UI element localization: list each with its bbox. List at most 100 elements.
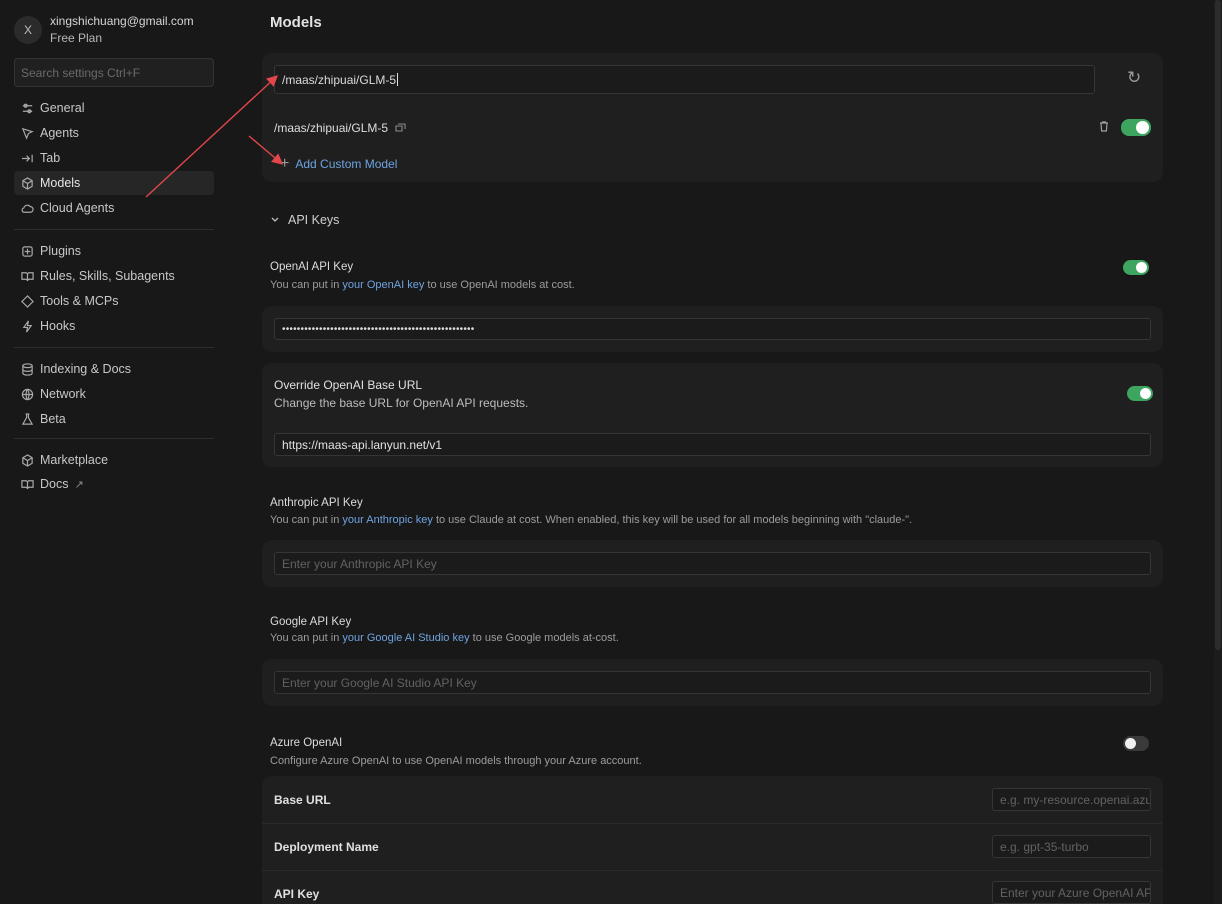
add-custom-model-label: Add Custom Model — [295, 157, 398, 171]
azure-api-key-input[interactable]: Enter your Azure OpenAI API Key — [992, 881, 1151, 904]
override-base-url-label: Override OpenAI Base URL — [274, 378, 423, 392]
azure-openai-toggle[interactable] — [1123, 736, 1149, 751]
google-key-link[interactable]: your Google AI Studio key — [342, 632, 469, 644]
plugin-icon — [20, 244, 34, 258]
anthropic-api-key-label: Anthropic API Key — [270, 497, 363, 509]
sidebar-item-tab[interactable]: Tab — [14, 146, 214, 170]
sidebar-item-label: Network — [40, 387, 86, 401]
openai-api-key-desc: You can put in your OpenAI key to use Op… — [270, 279, 575, 291]
azure-base-url-label: Base URL — [274, 793, 331, 807]
refresh-icon[interactable]: ↻ — [1127, 68, 1141, 88]
cube-icon — [20, 453, 34, 467]
model-enable-toggle[interactable] — [1121, 119, 1151, 136]
sidebar-item-tools[interactable]: Tools & MCPs — [14, 289, 214, 313]
openai-api-key-label: OpenAI API Key — [270, 261, 354, 273]
sidebar-item-label: Indexing & Docs — [40, 362, 132, 376]
sidebar-divider — [14, 438, 214, 439]
globe-icon — [20, 387, 34, 401]
sidebar-item-rules[interactable]: Rules, Skills, Subagents — [14, 264, 214, 288]
sidebar-item-label: Docs — [40, 477, 69, 491]
sidebar-item-label: Rules, Skills, Subagents — [40, 269, 175, 283]
model-row: /maas/zhipuai/GLM-5 — [274, 121, 406, 135]
tab-arrow-icon — [20, 151, 34, 165]
sidebar-item-cloud-agents[interactable]: Cloud Agents — [14, 196, 214, 220]
openai-key-link[interactable]: your OpenAI key — [342, 279, 424, 291]
azure-openai-desc: Configure Azure OpenAI to use OpenAI mod… — [270, 755, 642, 767]
override-base-url-input[interactable]: https://maas-api.lanyun.net/v1 — [274, 433, 1151, 456]
openai-key-card: ••••••••••••••••••••••••••••••••••••••••… — [262, 306, 1163, 352]
sidebar-item-label: Models — [40, 176, 81, 190]
chevron-down-icon — [271, 217, 279, 222]
row-divider — [262, 823, 1162, 824]
desc-text: You can put in — [270, 514, 343, 526]
flask-icon — [20, 412, 34, 426]
api-keys-title: API Keys — [288, 213, 340, 227]
add-custom-model-button[interactable]: + Add Custom Model — [280, 155, 398, 172]
sidebar-item-label: Marketplace — [40, 453, 109, 467]
trash-icon[interactable] — [1099, 121, 1109, 135]
scrollbar-thumb[interactable] — [1215, 0, 1221, 650]
azure-base-url-input[interactable]: e.g. my-resource.openai.azure.com — [992, 788, 1151, 811]
toggle-knob — [1136, 121, 1149, 134]
desc-text: to use Google models at-cost. — [469, 632, 619, 644]
sidebar-item-marketplace[interactable]: Marketplace — [14, 448, 214, 472]
sidebar-item-docs[interactable]: Docs ↗ — [14, 472, 214, 496]
google-api-key-input[interactable]: Enter your Google AI Studio API Key — [274, 671, 1151, 694]
avatar: X — [14, 16, 42, 44]
sidebar-item-label: Tab — [40, 151, 61, 165]
sidebar-item-label: Beta — [40, 412, 66, 426]
scrollbar[interactable] — [1214, 0, 1222, 904]
external-link-icon: ↗ — [74, 478, 84, 491]
sidebar-item-label: General — [40, 101, 85, 115]
api-keys-section-header[interactable]: API Keys — [270, 213, 339, 227]
user-profile[interactable]: X xingshichuang@gmail.com Free Plan — [14, 13, 194, 47]
plus-icon: + — [280, 155, 290, 172]
tools-icon — [20, 294, 34, 308]
sidebar-item-label: Plugins — [40, 244, 81, 258]
sidebar-item-label: Cloud Agents — [40, 201, 115, 215]
settings-sidebar: X xingshichuang@gmail.com Free Plan Sear… — [0, 0, 228, 904]
google-api-key-desc: You can put in your Google AI Studio key… — [270, 632, 619, 644]
sidebar-item-general[interactable]: General — [14, 96, 214, 120]
sidebar-item-indexing[interactable]: Indexing & Docs — [14, 357, 214, 381]
anthropic-key-link[interactable]: your Anthropic key — [342, 514, 433, 526]
profile-email: xingshichuang@gmail.com — [50, 14, 194, 28]
openai-api-key-input[interactable]: ••••••••••••••••••••••••••••••••••••••••… — [274, 318, 1151, 340]
toggle-knob — [1136, 262, 1147, 273]
azure-deployment-input[interactable]: e.g. gpt-35-turbo — [992, 835, 1151, 858]
profile-plan: Free Plan — [50, 31, 103, 45]
sidebar-item-network[interactable]: Network — [14, 382, 214, 406]
sidebar-item-agents[interactable]: Agents — [14, 121, 214, 145]
override-base-url-toggle[interactable] — [1127, 386, 1153, 401]
agent-icon — [20, 126, 34, 140]
desc-text: to use OpenAI models at cost. — [424, 279, 575, 291]
book-icon — [20, 269, 34, 283]
page-title: Models — [270, 14, 322, 31]
anthropic-api-key-input[interactable]: Enter your Anthropic API Key — [274, 552, 1151, 575]
model-info-icon — [395, 121, 406, 135]
sidebar-item-beta[interactable]: Beta — [14, 407, 214, 431]
model-name: /maas/zhipuai/GLM-5 — [274, 121, 389, 135]
azure-deployment-label: Deployment Name — [274, 840, 379, 854]
desc-text: to use Claude at cost. When enabled, thi… — [432, 514, 913, 526]
models-card: /maas/zhipuai/GLM-5 ↻ /maas/zhipuai/GLM-… — [262, 53, 1163, 182]
sidebar-item-plugins[interactable]: Plugins — [14, 239, 214, 263]
azure-openai-label: Azure OpenAI — [270, 737, 343, 749]
model-search-value: /maas/zhipuai/GLM-5 — [282, 72, 397, 87]
sliders-icon — [20, 101, 34, 115]
sidebar-item-models[interactable]: Models — [14, 171, 214, 195]
openai-api-key-toggle[interactable] — [1123, 260, 1149, 275]
sidebar-item-label: Hooks — [40, 319, 76, 333]
model-search-input[interactable]: /maas/zhipuai/GLM-5 — [274, 65, 1095, 94]
cloud-icon — [20, 201, 34, 215]
toggle-knob — [1140, 388, 1151, 399]
sidebar-item-hooks[interactable]: Hooks — [14, 314, 214, 338]
azure-openai-card: Base URL e.g. my-resource.openai.azure.c… — [262, 776, 1163, 904]
text-caret — [397, 73, 399, 86]
azure-api-key-label: API Key — [274, 887, 320, 901]
google-api-key-label: Google API Key — [270, 616, 352, 628]
sidebar-item-label: Tools & MCPs — [40, 294, 119, 308]
cube-icon — [20, 176, 34, 190]
settings-search-input[interactable]: Search settings Ctrl+F — [14, 58, 214, 87]
hook-icon — [20, 319, 34, 333]
